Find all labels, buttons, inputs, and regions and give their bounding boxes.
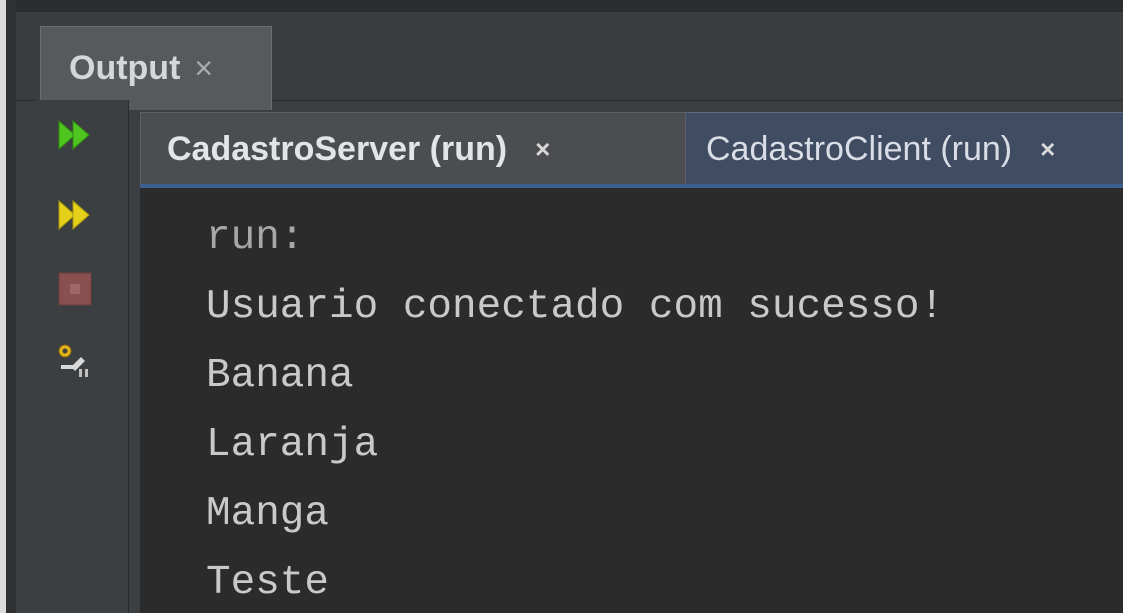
tab-label: CadastroServer (run): [167, 130, 508, 168]
stop-icon: [58, 272, 92, 306]
output-window-tab[interactable]: Output ×: [40, 26, 272, 110]
console-output[interactable]: run: Usuario conectado com sucesso! Bana…: [140, 188, 1123, 613]
console-line: run:: [206, 215, 305, 261]
window-edge-shade: [6, 0, 16, 613]
stop-button[interactable]: [50, 264, 100, 314]
tab-label: CadastroClient (run): [706, 130, 1013, 168]
console-line: Usuario conectado com sucesso!: [206, 284, 945, 330]
output-tab-label: Output: [69, 49, 181, 87]
rerun-with-options-icon: [58, 199, 90, 231]
console-line: Banana: [206, 353, 354, 399]
rerun-with-options-button[interactable]: [50, 190, 100, 240]
output-tab-close-button[interactable]: ×: [194, 50, 213, 87]
console-line: Teste: [206, 560, 330, 606]
tab-cadastro-server[interactable]: CadastroServer (run) ×: [140, 112, 686, 186]
tab-close-button[interactable]: ×: [535, 134, 550, 165]
settings-button[interactable]: [50, 336, 100, 386]
editor-bottom-edge: [16, 0, 1123, 12]
console-line: Laranja: [206, 422, 379, 468]
tab-close-button[interactable]: ×: [1040, 134, 1055, 165]
tab-cadastro-client[interactable]: CadastroClient (run) ×: [686, 112, 1123, 186]
output-window-tabbar: Output ×: [16, 12, 1123, 110]
console-line: Manga: [206, 491, 330, 537]
output-toolbar: [36, 100, 129, 613]
run-tab-strip: CadastroServer (run) × CadastroClient (r…: [140, 112, 1123, 186]
settings-icon: [58, 344, 88, 377]
rerun-icon: [58, 119, 90, 151]
rerun-button[interactable]: [50, 110, 100, 160]
